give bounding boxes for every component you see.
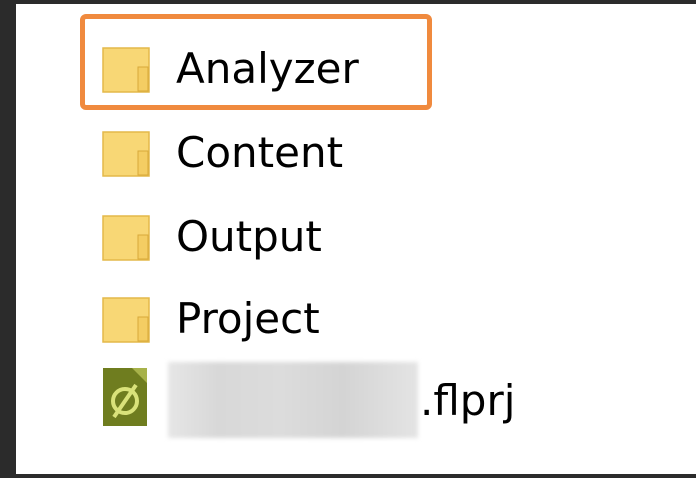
- folder-icon: [102, 47, 150, 93]
- list-item-analyzer[interactable]: Analyzer: [102, 34, 359, 104]
- list-item-content[interactable]: Content: [102, 118, 343, 188]
- flare-project-icon[interactable]: [102, 367, 152, 427]
- file-extension: .flprj: [420, 376, 516, 425]
- folder-icon: [102, 215, 150, 261]
- item-name: Output: [176, 212, 322, 261]
- list-item-project[interactable]: Project: [102, 284, 320, 354]
- file-list-panel: Analyzer Content Output Project .flprj: [16, 4, 696, 474]
- item-name: Content: [176, 128, 344, 177]
- folder-icon: [102, 297, 150, 343]
- list-item-output[interactable]: Output: [102, 202, 322, 272]
- item-name: Project: [176, 294, 320, 343]
- item-name: Analyzer: [176, 44, 359, 93]
- folder-icon: [102, 131, 150, 177]
- blurred-filename: [168, 362, 418, 438]
